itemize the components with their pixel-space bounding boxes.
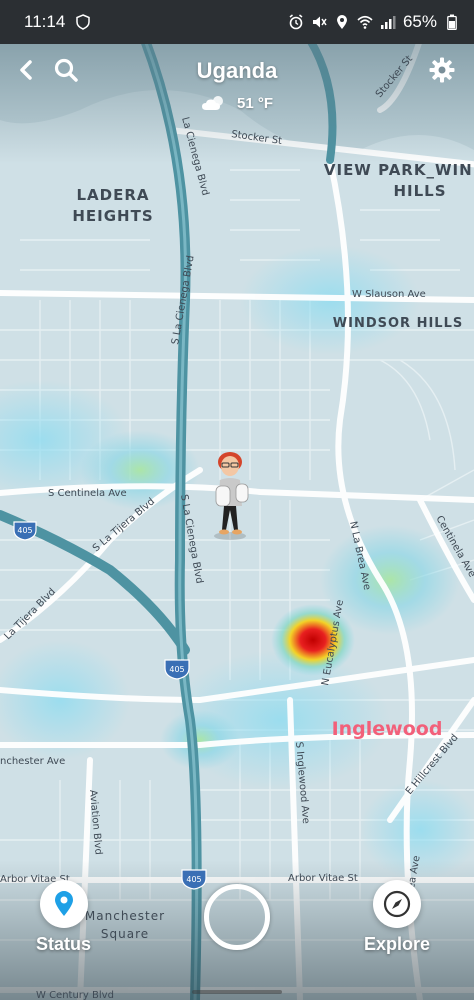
location-icon [336,15,347,29]
map-label-view-park: VIEW PARK_WIND [324,161,474,179]
explore-button[interactable]: Explore [364,880,430,955]
map-label-manchester-square: Manchester [85,909,165,923]
location-pin-icon [54,891,73,916]
status-label: Status [36,934,92,954]
street-manchester: nchester Ave [0,756,65,767]
wifi-icon [357,15,373,29]
temperature: 51 °F [236,94,273,112]
signal-icon [380,16,396,29]
interstate-405-shield: 405 [164,659,190,680]
svg-text:405: 405 [169,665,184,674]
weather-readout: 51 °F [0,94,474,112]
map-label-inglewood: Inglewood [332,718,443,740]
partly-cloudy-icon [201,96,223,110]
mute-icon [312,16,327,28]
explore-icon-circle [373,880,422,928]
map-label-view-park-2: HILLS [393,182,446,200]
street-w-slauson: W Slauson Ave [352,289,426,300]
svg-text:405: 405 [17,526,32,535]
battery-icon [447,14,457,30]
street-w-century: W Century Blvd [36,990,114,1000]
map-label-ladera-heights-2: HEIGHTS [72,207,153,225]
status-button[interactable]: Status [36,880,91,955]
map-label-ladera-heights: LADERA [76,186,149,204]
settings-gear-icon [429,57,455,83]
status-icon-circle [39,880,88,928]
home-indicator[interactable] [192,990,282,994]
battery-percent: 65% [402,12,437,31]
interstate-405-shield: 405 [13,521,37,541]
alarm-icon [289,14,303,30]
street-s-centinela: S Centinela Ave [48,488,127,499]
map-label-manchester-square-2: Square [101,927,149,941]
svg-text:405: 405 [186,875,201,884]
status-time: 11:14 [24,12,66,31]
compass-icon [383,890,411,918]
location-title[interactable]: Uganda [0,58,474,84]
capture-button[interactable] [204,884,270,950]
street-arbor-vitae-2: Arbor Vitae St [288,873,358,884]
snap-map[interactable]: LADERA HEIGHTS VIEW PARK_WIND HILLS WIND… [0,0,474,1000]
map-label-windsor-hills: WINDSOR HILLS [333,316,463,331]
status-bar: 11:14 65% [0,0,474,44]
settings-button[interactable] [424,52,460,88]
map-header: Uganda 51 °F [0,44,474,124]
explore-label: Explore [364,934,431,954]
shield-icon [76,14,91,30]
interstate-405-shield: 405 [181,869,207,890]
